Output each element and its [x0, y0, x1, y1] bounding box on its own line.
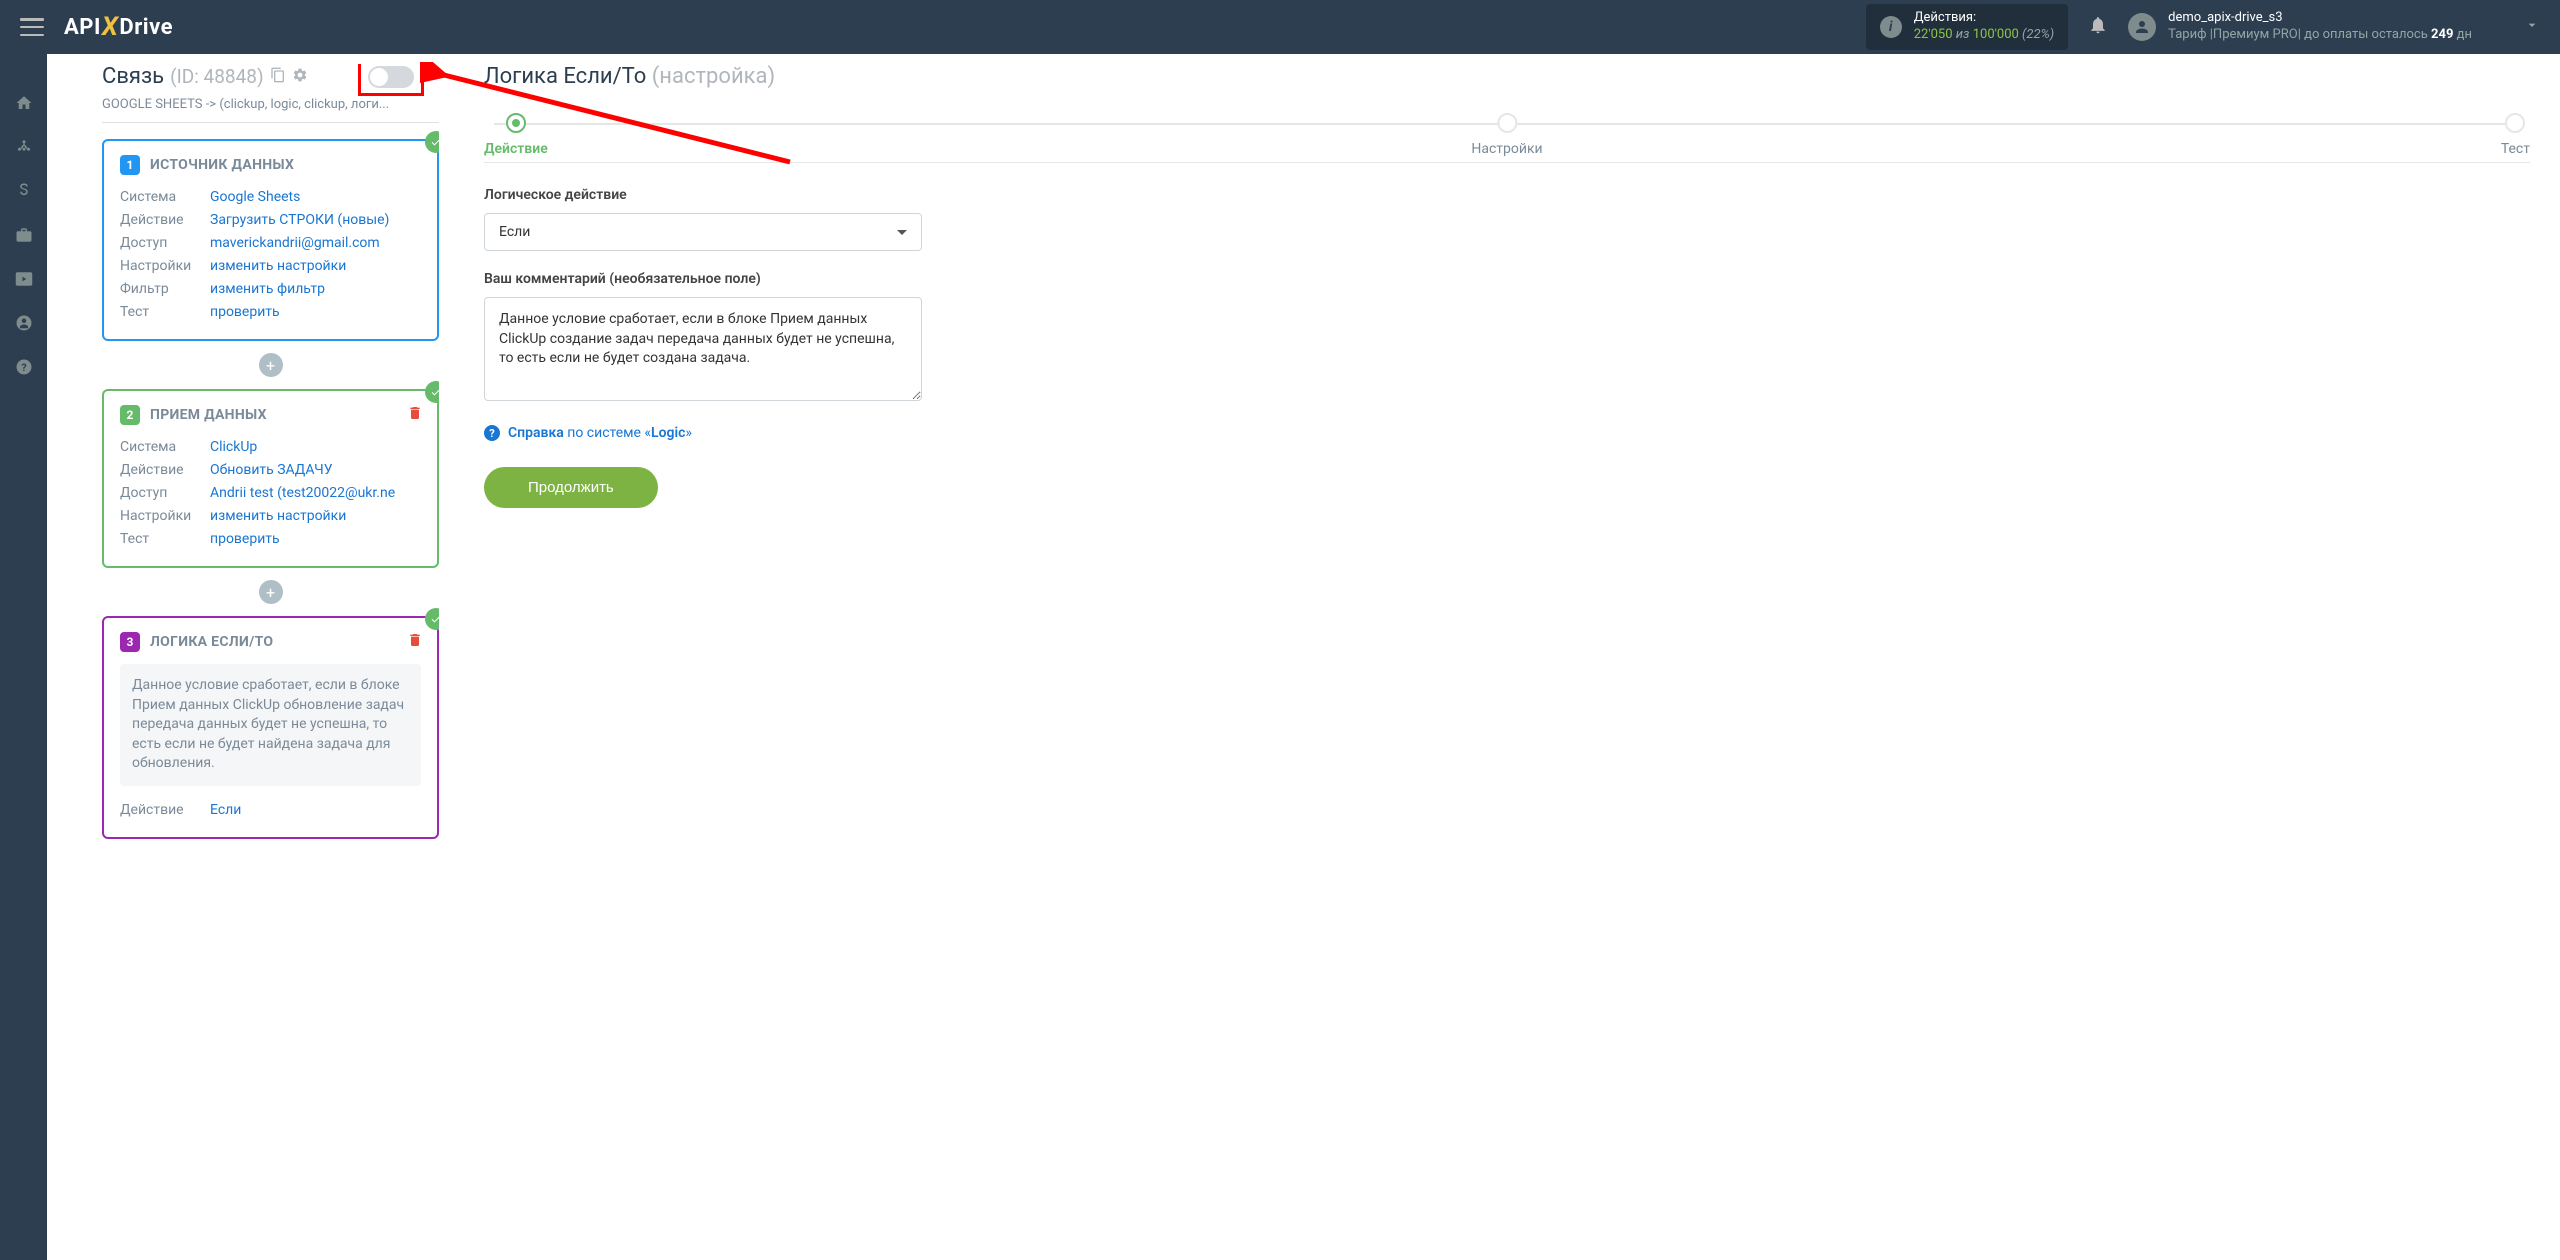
logo-text-a: API — [64, 15, 101, 40]
check-icon — [425, 131, 439, 153]
add-block-button[interactable]: + — [259, 580, 283, 604]
logo-x: X — [102, 12, 119, 42]
nav-video[interactable] — [0, 260, 47, 298]
main-subtitle: (настройка) — [652, 64, 775, 89]
stepper: Действие Настройки Тест — [484, 113, 2530, 163]
source-action[interactable]: Загрузить СТРОКИ (новые) — [210, 210, 389, 231]
actions-pct: (22%) — [2022, 27, 2054, 42]
card-source[interactable]: 1 ИСТОЧНИК ДАННЫХ СистемаGoogle Sheets Д… — [102, 139, 439, 341]
source-system[interactable]: Google Sheets — [210, 187, 300, 208]
actions-label: Действия: — [1914, 10, 2054, 27]
logic-description: Данное условие сработает, если в блоке П… — [120, 664, 421, 786]
info-icon: i — [1880, 16, 1902, 38]
svg-text:?: ? — [21, 361, 26, 374]
card-number: 1 — [120, 155, 140, 175]
logo[interactable]: API X Drive — [64, 12, 173, 42]
tariff-prefix: Тариф |Премиум PRO| до оплаты осталось — [2168, 27, 2428, 42]
nav-home[interactable] — [0, 84, 47, 122]
user-menu[interactable]: demo_apix-drive_s3 Тариф |Премиум PRO| д… — [2128, 10, 2540, 44]
card-number: 3 — [120, 632, 140, 652]
help-link[interactable]: ? Справка по системе «Logic» — [484, 425, 2530, 441]
dest-action[interactable]: Обновить ЗАДАЧУ — [210, 460, 333, 481]
connection-id: (ID: 48848) — [170, 65, 263, 88]
tariff-days: 249 — [2431, 27, 2453, 42]
source-filter[interactable]: изменить фильтр — [210, 279, 325, 300]
right-panel: Логика Если/То (настройка) Действие Наст… — [439, 64, 2560, 1260]
left-panel: Связь (ID: 48848) GOOGLE SHEETS -> (clic… — [47, 64, 439, 1260]
nav-connections[interactable] — [0, 128, 47, 166]
card-title: ЛОГИКА ЕСЛИ/ТО — [150, 634, 273, 650]
tariff-suffix: дн — [2457, 27, 2472, 42]
continue-button[interactable]: Продолжить — [484, 467, 658, 508]
step-settings[interactable]: Настройки — [1471, 113, 1542, 157]
nav-account[interactable] — [0, 304, 47, 342]
copy-icon[interactable] — [270, 67, 286, 87]
logo-text-b: Drive — [119, 15, 173, 40]
actions-counter[interactable]: i Действия: 22'050 из 100'000 (22%) — [1866, 4, 2068, 50]
sidenav: ? — [0, 54, 47, 1260]
card-logic[interactable]: 3 ЛОГИКА ЕСЛИ/ТО Данное условие сработае… — [102, 616, 439, 839]
card-title: ПРИЕМ ДАННЫХ — [150, 407, 267, 423]
dest-access[interactable]: Andrii test (test20022@ukr.ne — [210, 483, 395, 504]
card-destination[interactable]: 2 ПРИЕМ ДАННЫХ СистемаClickUp ДействиеОб… — [102, 389, 439, 568]
nav-briefcase[interactable] — [0, 216, 47, 254]
help-icon: ? — [484, 425, 500, 441]
menu-toggle[interactable] — [20, 18, 44, 36]
logic-action-select[interactable]: Если — [484, 213, 922, 251]
nav-billing[interactable] — [0, 172, 47, 210]
check-icon — [425, 608, 439, 630]
card-title: ИСТОЧНИК ДАННЫХ — [150, 157, 294, 173]
trash-icon[interactable] — [407, 632, 423, 652]
avatar-icon — [2128, 13, 2156, 41]
main-title: Логика Если/То — [484, 64, 646, 89]
dest-system[interactable]: ClickUp — [210, 437, 257, 458]
username: demo_apix-drive_s3 — [2168, 10, 2472, 27]
breadcrumb: GOOGLE SHEETS -> (clickup, logic, clicku… — [102, 97, 439, 123]
gear-icon[interactable] — [292, 67, 308, 87]
logic-action-label: Логическое действие — [484, 187, 922, 203]
source-access[interactable]: maverickandrii@gmail.com — [210, 233, 380, 254]
step-action[interactable]: Действие — [484, 113, 548, 157]
check-icon — [425, 381, 439, 403]
trash-icon[interactable] — [407, 405, 423, 425]
dest-test[interactable]: проверить — [210, 529, 280, 550]
highlight-box — [358, 64, 424, 96]
source-test[interactable]: проверить — [210, 302, 280, 323]
actions-total: 100'000 — [1973, 27, 2019, 42]
nav-help[interactable]: ? — [0, 348, 47, 386]
notifications-icon[interactable] — [2088, 15, 2108, 39]
dest-settings[interactable]: изменить настройки — [210, 506, 346, 527]
comment-textarea[interactable] — [484, 297, 922, 401]
topbar: API X Drive i Действия: 22'050 из 100'00… — [0, 0, 2560, 54]
chevron-down-icon — [2524, 17, 2540, 37]
card-number: 2 — [120, 405, 140, 425]
comment-label: Ваш комментарий (необязательное поле) — [484, 271, 922, 287]
add-block-button[interactable]: + — [259, 353, 283, 377]
actions-iz: из — [1956, 27, 1970, 42]
step-test[interactable]: Тест — [2501, 113, 2530, 157]
logic-action[interactable]: Если — [210, 800, 241, 821]
source-settings[interactable]: изменить настройки — [210, 256, 346, 277]
connection-title: Связь — [102, 64, 164, 89]
actions-used: 22'050 — [1914, 27, 1953, 42]
